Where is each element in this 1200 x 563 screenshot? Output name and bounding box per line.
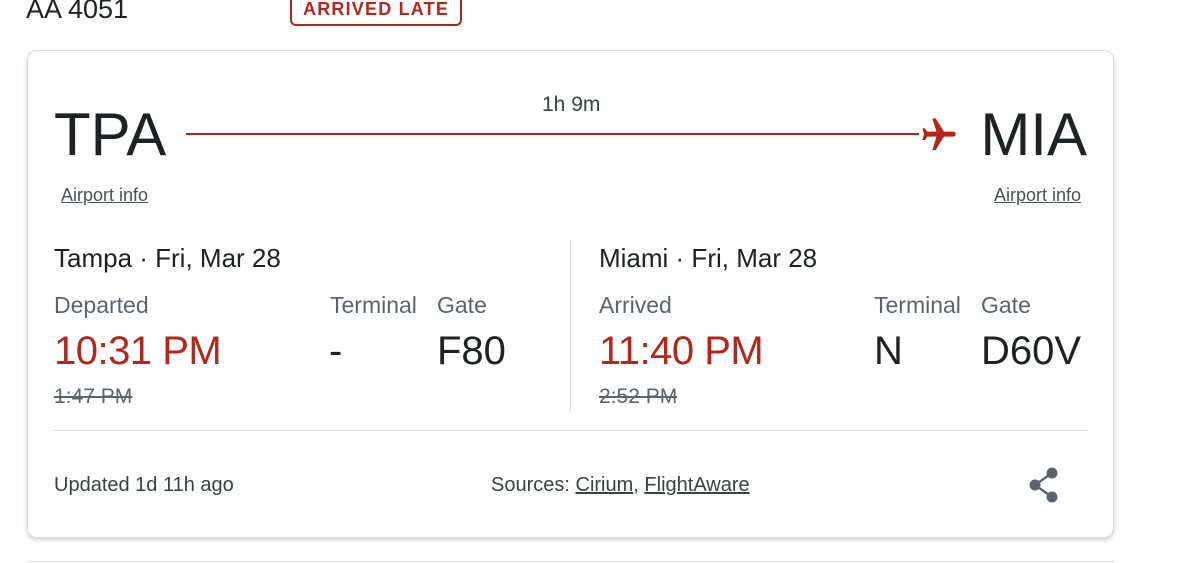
arrival-actual-time: 11:40 PM <box>599 329 764 373</box>
page-divider <box>27 561 1114 562</box>
destination-airport-info-link[interactable]: Airport info <box>994 185 1081 206</box>
origin-airport-info-link[interactable]: Airport info <box>61 185 148 206</box>
destination-airport-code: MIA <box>980 101 1087 168</box>
origin-terminal-label: Terminal <box>330 292 417 318</box>
share-icon[interactable] <box>1026 465 1062 505</box>
arrived-label: Arrived <box>599 292 672 318</box>
status-badge: ARRIVED LATE <box>290 0 463 26</box>
flight-duration: 1h 9m <box>542 93 601 116</box>
origin-gate-value: F80 <box>437 329 506 373</box>
flight-card: TPA 1h 9m MIA Airport info Airport info … <box>27 50 1114 538</box>
departed-label: Departed <box>54 292 149 318</box>
footer-divider <box>54 430 1088 431</box>
arrival-scheduled-time: 2:52 PM <box>599 385 678 408</box>
origin-gate-label: Gate <box>437 292 487 318</box>
airplane-icon <box>922 118 956 150</box>
source-link-cirium[interactable]: Cirium <box>576 474 634 496</box>
sources-separator: , <box>633 474 639 496</box>
origin-terminal-value: - <box>329 329 343 373</box>
updated-timestamp: Updated 1d 11h ago <box>54 474 234 496</box>
column-divider <box>570 241 571 411</box>
flight-number: AA 4051 <box>26 0 129 24</box>
destination-gate-value: D60V <box>981 329 1082 373</box>
departure-actual-time: 10:31 PM <box>54 329 222 373</box>
destination-gate-label: Gate <box>981 292 1031 318</box>
sources: Sources: Cirium, FlightAware <box>491 474 750 497</box>
route-line <box>186 133 919 135</box>
destination-terminal-label: Terminal <box>874 292 961 318</box>
origin-airport-code: TPA <box>54 101 167 168</box>
departure-scheduled-time: 1:47 PM <box>54 385 133 408</box>
destination-city-date: Miami · Fri, Mar 28 <box>599 243 818 273</box>
sources-label: Sources: <box>491 474 570 496</box>
origin-city-date: Tampa · Fri, Mar 28 <box>54 243 281 273</box>
destination-terminal-value: N <box>874 329 903 373</box>
source-link-flightaware[interactable]: FlightAware <box>644 474 749 496</box>
